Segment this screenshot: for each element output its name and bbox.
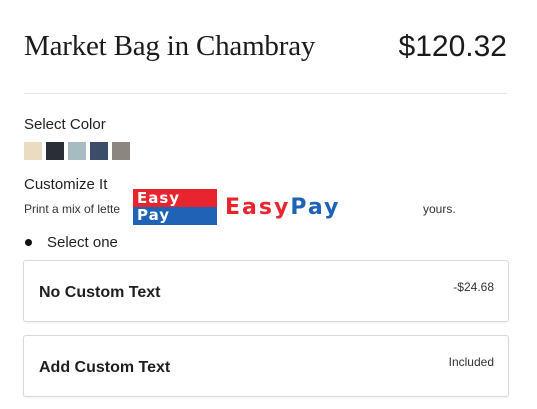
select-one-header: Select one bbox=[24, 234, 118, 251]
color-swatch-grey-linen[interactable] bbox=[112, 142, 130, 160]
easypay-badge: Easy Pay bbox=[133, 189, 217, 225]
option-price: -$24.68 bbox=[453, 280, 494, 294]
color-swatches bbox=[24, 142, 130, 160]
option-no-custom-text[interactable]: No Custom Text -$24.68 bbox=[23, 260, 509, 322]
easypay-word-easy: Easy bbox=[225, 194, 291, 220]
easypay-logo: Easy Pay EasyPay bbox=[133, 189, 340, 225]
easypay-wordmark: EasyPay bbox=[225, 195, 340, 220]
customize-label: Customize It bbox=[24, 176, 108, 193]
easypay-word-pay: Pay bbox=[290, 194, 341, 220]
option-add-custom-text[interactable]: Add Custom Text Included bbox=[23, 335, 509, 397]
product-price: $120.32 bbox=[398, 30, 507, 63]
product-title: Market Bag in Chambray bbox=[24, 30, 316, 62]
option-label: Add Custom Text bbox=[39, 359, 171, 376]
divider bbox=[24, 93, 507, 94]
easypay-badge-line1: Easy bbox=[137, 189, 181, 207]
customize-note-end: yours. bbox=[423, 202, 456, 216]
select-color-label: Select Color bbox=[24, 116, 106, 133]
option-label: No Custom Text bbox=[39, 284, 161, 301]
bullet-icon bbox=[25, 239, 32, 246]
color-swatch-chambray-navy[interactable] bbox=[90, 142, 108, 160]
option-price: Included bbox=[448, 355, 494, 369]
color-swatch-charcoal[interactable] bbox=[46, 142, 64, 160]
customize-note: Print a mix of lette bbox=[24, 202, 121, 216]
select-one-label: Select one bbox=[47, 234, 118, 251]
color-swatch-sky[interactable] bbox=[68, 142, 86, 160]
easypay-badge-line2: Pay bbox=[137, 206, 171, 224]
color-swatch-natural[interactable] bbox=[24, 142, 42, 160]
